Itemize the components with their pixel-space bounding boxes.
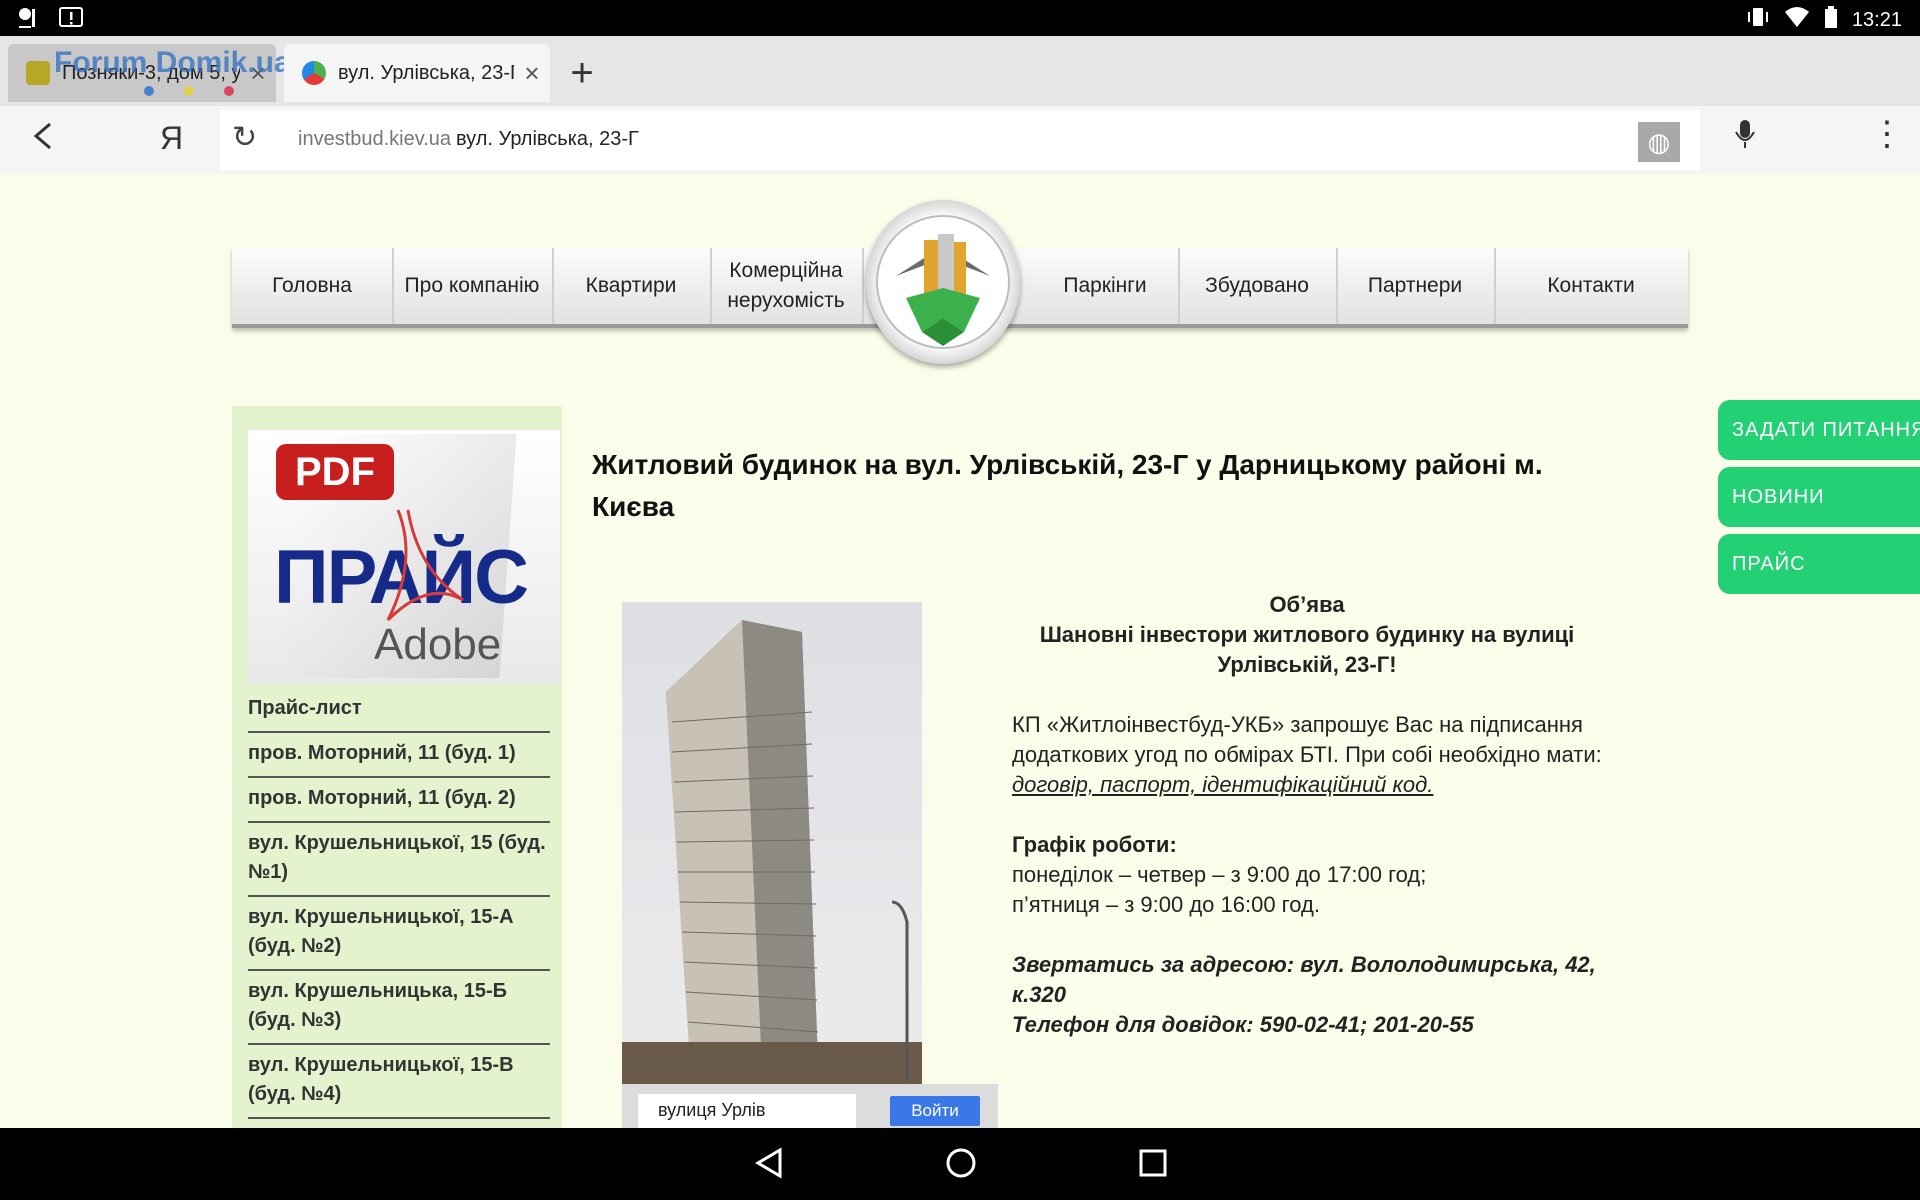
sidebar-link[interactable]: пров. Моторний, 11 (буд. 1) <box>248 733 550 778</box>
url-path: вул. Урлівська, 23-Г <box>456 128 639 150</box>
nav-apartments[interactable]: Квартири <box>552 248 712 324</box>
web-page: Головна Про компанію Квартири Комерційна… <box>0 174 1920 1128</box>
contact-address: Звертатись за адресою: вул. Вололодимирс… <box>1012 952 1596 1007</box>
notification-icon <box>16 6 42 30</box>
overflow-menu-icon[interactable]: ⋮ <box>1870 114 1904 154</box>
sidebar-links: Прайс-лист пров. Моторний, 11 (буд. 1) п… <box>248 688 550 1119</box>
status-bar: 13:21 <box>0 0 1920 36</box>
browser-toolbar: Я ↻ investbud.kiev.ua вул. Урлівська, 23… <box>0 106 1920 174</box>
adobe-word: Adobe <box>374 620 502 669</box>
reload-icon[interactable]: ↻ <box>232 120 257 155</box>
required-documents: договір, паспорт, ідентифікаційний код. <box>1012 772 1434 797</box>
logo-text: КП Житлоінвестбуд-УКБ <box>866 200 867 201</box>
page-title: Житловий будинок на вул. Урлівській, 23-… <box>592 449 1543 522</box>
sidebar: PDF ПРАЙС Adobe Прайс-лист пров. Моторни… <box>232 406 562 1128</box>
sidebar-link[interactable]: вул. Крушельницької, 15-А (буд. №2) <box>248 897 550 971</box>
announcement-intro: КП «Житлоінвестбуд-УКБ» запрошує Вас на … <box>1012 712 1602 767</box>
company-logo[interactable]: КП Житлоінвестбуд-УКБ <box>866 200 1020 364</box>
close-tab-icon[interactable]: × <box>240 58 276 89</box>
nav-commercial[interactable]: Комерційна нерухомість <box>710 248 864 324</box>
microphone-icon[interactable] <box>1734 118 1756 158</box>
tab-title: вул. Урлівська, 23-Г <box>338 61 514 84</box>
schedule-weekdays: понеділок – четвер – з 9:00 до 17:00 год… <box>1012 862 1427 887</box>
back-nav-icon[interactable] <box>752 1146 786 1185</box>
nav-built[interactable]: Збудовано <box>1178 248 1338 324</box>
ask-question-button[interactable]: ЗАДАТИ ПИТАННЯ <box>1718 400 1920 460</box>
acrobat-swirl-icon <box>386 509 464 622</box>
nav-contacts[interactable]: Контакти <box>1494 248 1688 324</box>
nav-home[interactable]: Головна <box>232 248 394 324</box>
news-button[interactable]: НОВИНИ <box>1718 467 1920 527</box>
sidebar-link-price-list[interactable]: Прайс-лист <box>248 688 550 733</box>
new-tab-button[interactable]: + <box>556 48 608 100</box>
contact-phone: Телефон для довідок: 590-02-41; 201-20-5… <box>1012 1012 1474 1037</box>
alert-icon <box>58 6 84 30</box>
map-search-box[interactable]: вулиця Урлів <box>638 1094 856 1128</box>
yandex-button[interactable]: Я <box>160 120 183 157</box>
back-button[interactable] <box>28 116 56 166</box>
url-domain: investbud.kiev.ua <box>298 128 452 150</box>
announcement-subtitle: Шановні інвестори житлового будинку на в… <box>1039 622 1575 677</box>
schedule-title: Графік роботи: <box>1012 832 1177 857</box>
battery-icon <box>1824 6 1838 34</box>
announcement-title: Об’ява <box>1269 592 1345 617</box>
nav-about[interactable]: Про компанію <box>392 248 554 324</box>
sidebar-link[interactable]: вул. Крушельницька, 15-Б (буд. №3) <box>248 971 550 1045</box>
announcement-body: КП «Житлоінвестбуд-УКБ» запрошує Вас на … <box>1012 710 1602 800</box>
building-photo <box>622 602 922 1087</box>
announcement: Об’ява Шановні інвестори житлового будин… <box>1012 590 1602 1040</box>
nav-partners[interactable]: Партнери <box>1336 248 1496 324</box>
forum-favicon-icon <box>26 61 50 85</box>
sidebar-link[interactable]: вул. Крушельницької, 15 (буд. №1) <box>248 823 550 897</box>
map-embed[interactable]: вулиця Урлів Войти <box>622 1084 998 1128</box>
wifi-icon <box>1784 6 1810 34</box>
clock: 13:21 <box>1851 8 1902 31</box>
close-tab-icon[interactable]: × <box>514 58 550 89</box>
pdf-badge: PDF <box>276 444 394 500</box>
watermark-dots <box>144 86 234 96</box>
home-nav-icon[interactable] <box>944 1146 978 1185</box>
vibrate-icon <box>1746 6 1770 34</box>
recents-nav-icon[interactable] <box>1136 1146 1170 1185</box>
tab-strip: Позняки-3, дом 5, у × Forum Domik.ua вул… <box>0 36 1920 106</box>
schedule-friday: п’ятниця – з 9:00 до 16:00 год. <box>1012 892 1320 917</box>
tab-forum[interactable]: Позняки-3, дом 5, у × <box>8 44 276 102</box>
nav-parking[interactable]: Паркінги <box>1032 248 1180 324</box>
sidebar-link[interactable]: вул. Крушельницької, 15-В (буд. №4) <box>248 1045 550 1119</box>
tab-active[interactable]: вул. Урлівська, 23-Г × <box>284 44 550 102</box>
site-favicon-icon <box>302 61 326 85</box>
url-bar[interactable]: ↻ investbud.kiev.ua вул. Урлівська, 23-Г… <box>220 110 1700 170</box>
globe-icon[interactable]: ◍ <box>1638 122 1680 162</box>
map-signin-button[interactable]: Войти <box>890 1096 980 1126</box>
tab-title: Позняки-3, дом 5, у <box>62 61 240 84</box>
sidebar-link[interactable]: пров. Моторний, 11 (буд. 2) <box>248 778 550 823</box>
price-list-banner[interactable]: PDF ПРАЙС Adobe <box>248 430 560 684</box>
price-button[interactable]: ПРАЙС <box>1718 534 1920 594</box>
system-nav-bar <box>0 1128 1920 1200</box>
